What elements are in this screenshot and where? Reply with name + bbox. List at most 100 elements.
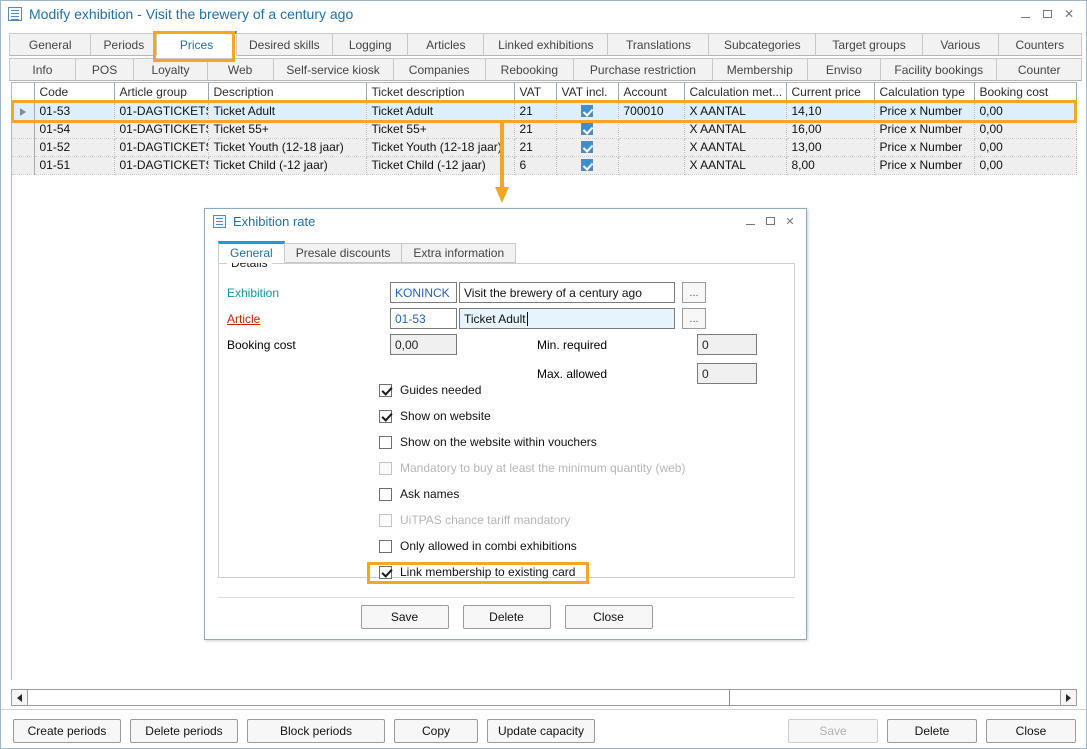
tab-pos[interactable]: POS (75, 58, 134, 81)
tab-membership[interactable]: Membership (712, 58, 808, 81)
table-row[interactable]: 01-5101-DAGTICKETSTicket Child (-12 jaar… (12, 156, 1076, 174)
tab-label: Various (940, 38, 980, 52)
tab-various[interactable]: Various (922, 33, 999, 56)
column-header-booking_cost[interactable]: Booking cost (974, 83, 1076, 102)
close-button[interactable]: ✕ (1058, 5, 1080, 23)
block-periods-button[interactable]: Block periods (247, 719, 385, 743)
column-header-ticket_description[interactable]: Ticket description (366, 83, 514, 102)
document-icon (213, 215, 226, 228)
exhibition-name-field[interactable]: Visit the brewery of a century ago (459, 282, 675, 303)
dialog-minimize-button[interactable] (740, 213, 760, 229)
tab-purchase-restriction[interactable]: Purchase restriction (573, 58, 713, 81)
scroll-right-button[interactable] (1060, 690, 1076, 705)
dialog-tab-extra-information[interactable]: Extra information (401, 243, 516, 263)
checkbox-ask-names[interactable]: Ask names (379, 487, 459, 501)
row-selector[interactable] (12, 156, 34, 174)
footer-delete-button[interactable]: Delete (887, 719, 977, 743)
dialog-close-button[interactable]: ✕ (780, 213, 800, 229)
cell-vat-incl-checkbox[interactable] (556, 138, 618, 156)
delete-periods-button[interactable]: Delete periods (130, 719, 238, 743)
column-header-calculation_type[interactable]: Calculation type (874, 83, 974, 102)
table-row[interactable]: 01-5301-DAGTICKETSTicket AdultTicket Adu… (12, 102, 1076, 120)
tab-linked-exhibitions[interactable]: Linked exhibitions (483, 33, 608, 56)
tab-target-groups[interactable]: Target groups (815, 33, 923, 56)
checkbox-show-on-the-website-within-vouchers[interactable]: Show on the website within vouchers (379, 435, 597, 449)
tab-rebooking[interactable]: Rebooking (485, 58, 574, 81)
tab-info[interactable]: Info (9, 58, 76, 81)
table-row[interactable]: 01-5201-DAGTICKETSTicket Youth (12-18 ja… (12, 138, 1076, 156)
column-header-vat[interactable]: VAT (514, 83, 556, 102)
article-browse-button[interactable]: ... (682, 308, 706, 329)
page-title: Modify exhibition - Visit the brewery of… (29, 6, 353, 22)
max-allowed-field[interactable]: 0 (697, 363, 757, 384)
table-row[interactable]: 01-5401-DAGTICKETSTicket 55+Ticket 55+21… (12, 120, 1076, 138)
dialog-delete-button[interactable]: Delete (463, 605, 551, 629)
cell-vat-incl-checkbox[interactable] (556, 102, 618, 120)
column-header-account[interactable]: Account (618, 83, 684, 102)
column-header-vat_incl[interactable]: VAT incl. (556, 83, 618, 102)
dialog-maximize-button[interactable] (760, 213, 780, 229)
tab-desired-skills[interactable]: Desired skills (236, 33, 333, 56)
tab-periods[interactable]: Periods (90, 33, 157, 56)
tab-articles[interactable]: Articles (407, 33, 484, 56)
min-required-label: Min. required (537, 338, 697, 352)
dialog-tab-presale-discounts[interactable]: Presale discounts (284, 243, 403, 263)
column-header-article_group[interactable]: Article group (114, 83, 208, 102)
column-header-description[interactable]: Description (208, 83, 366, 102)
column-header-code[interactable]: Code (34, 83, 114, 102)
checkbox-icon (581, 105, 593, 117)
cell-vat-incl-checkbox[interactable] (556, 120, 618, 138)
minimize-button[interactable] (1014, 5, 1036, 23)
update-capacity-button[interactable]: Update capacity (487, 719, 595, 743)
dialog-close-button[interactable]: Close (565, 605, 653, 629)
tab-prices[interactable]: Prices (156, 31, 237, 56)
tab-counters[interactable]: Counters (998, 33, 1082, 56)
checkbox-only-allowed-in-combi-exhibitions[interactable]: Only allowed in combi exhibitions (379, 539, 577, 553)
maximize-button[interactable] (1036, 5, 1058, 23)
tab-general[interactable]: General (9, 33, 91, 56)
article-code-field[interactable]: 01-53 (390, 308, 457, 329)
tab-translations[interactable]: Translations (607, 33, 709, 56)
tab-companies[interactable]: Companies (393, 58, 486, 81)
tab-subcategories[interactable]: Subcategories (708, 33, 816, 56)
tab-loyalty[interactable]: Loyalty (133, 58, 207, 81)
footer-close-button[interactable]: Close (986, 719, 1076, 743)
checkbox-link-membership-to-existing-card[interactable]: Link membership to existing card (379, 565, 575, 579)
horizontal-scrollbar[interactable] (11, 689, 1077, 706)
scroll-left-button[interactable] (12, 690, 28, 705)
row-selector[interactable] (12, 138, 34, 156)
exhibition-browse-button[interactable]: ... (682, 282, 706, 303)
tab-enviso[interactable]: Enviso (807, 58, 881, 81)
min-required-field[interactable]: 0 (697, 334, 757, 355)
footer-toolbar: Create periods Delete periods Block period… (1, 709, 1086, 748)
exhibition-code-field[interactable]: KONINCK (390, 282, 457, 303)
tab-logging[interactable]: Logging (332, 33, 409, 56)
dialog-window-controls: ✕ (740, 213, 800, 229)
checkbox-guides-needed[interactable]: Guides needed (379, 383, 481, 397)
cell-booking_cost: 0,00 (974, 138, 1076, 156)
tab-label: Facility bookings (894, 63, 983, 77)
row-selector[interactable] (12, 102, 34, 120)
tab-web[interactable]: Web (207, 58, 274, 81)
article-name-field[interactable]: Ticket Adult (459, 308, 675, 329)
checkbox-show-on-website[interactable]: Show on website (379, 409, 491, 423)
cell-current_price: 16,00 (786, 120, 874, 138)
tab-facility-bookings[interactable]: Facility bookings (880, 58, 997, 81)
booking-cost-field[interactable]: 0,00 (390, 334, 457, 355)
copy-button[interactable]: Copy (394, 719, 478, 743)
create-periods-button[interactable]: Create periods (13, 719, 121, 743)
cell-calculation_type: Price x Number (874, 138, 974, 156)
checkbox-icon (581, 141, 593, 153)
tab-self-service-kiosk[interactable]: Self-service kiosk (273, 58, 394, 81)
column-header-sel[interactable] (12, 83, 34, 102)
row-selector[interactable] (12, 120, 34, 138)
tab-row-primary: GeneralPeriodsPricesDesired skillsLoggin… (9, 32, 1081, 56)
column-header-current_price[interactable]: Current price (786, 83, 874, 102)
column-header-calculation_method[interactable]: Calculation met... (684, 83, 786, 102)
cell-vat-incl-checkbox[interactable] (556, 156, 618, 174)
dialog-save-button[interactable]: Save (361, 605, 449, 629)
scrollbar-thumb[interactable] (28, 690, 730, 705)
scrollbar-track[interactable] (730, 690, 1060, 705)
dialog-tab-general[interactable]: General (218, 241, 285, 263)
tab-counter[interactable]: Counter (996, 58, 1082, 81)
